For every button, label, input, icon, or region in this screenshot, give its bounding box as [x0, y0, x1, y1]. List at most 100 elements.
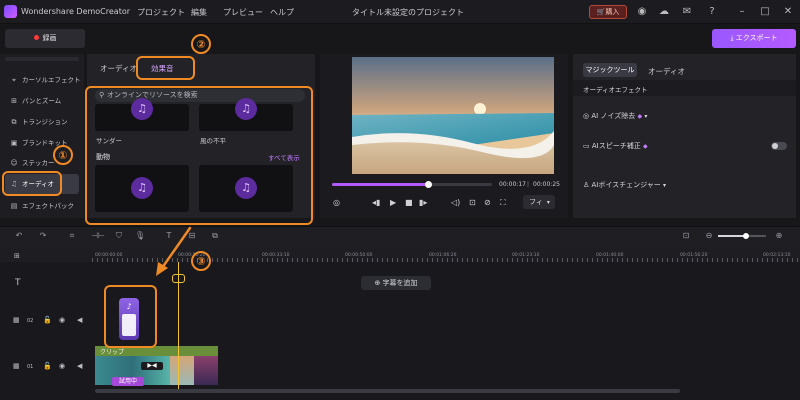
shield-icon[interactable]: ⛉	[114, 231, 124, 241]
voice-changer-row[interactable]: ♙ AIボイスチェンジャー ▾	[583, 180, 666, 190]
split-icon[interactable]: ⊣⊢	[91, 231, 105, 240]
voice-changer-icon: ♙	[583, 181, 592, 189]
section-title: オーディオエフェクト	[583, 86, 648, 94]
sidebar-item-effect-pack[interactable]: ▤ エフェクトパック	[5, 196, 79, 216]
account-icon[interactable]: ◉	[635, 5, 649, 19]
stop-icon[interactable]: ■	[405, 198, 413, 207]
undo-icon[interactable]: ↶	[14, 231, 24, 240]
minimize-icon[interactable]: –	[735, 5, 749, 19]
tab-audio-props[interactable]: オーディオ	[648, 66, 685, 77]
time-separator: |	[527, 181, 530, 188]
drag-arrow-icon	[156, 226, 192, 276]
tab-magic-tools[interactable]: マジックツール	[583, 63, 637, 77]
track-number: 02	[27, 318, 34, 324]
menu-edit[interactable]: 編集	[191, 7, 207, 18]
next-frame-icon[interactable]: ▮▸	[419, 198, 427, 207]
add-caption-button[interactable]: ⊕ 字幕を追加	[361, 276, 431, 290]
transition-icon[interactable]: ▶◀	[141, 362, 163, 370]
add-icon: ⊕	[374, 279, 383, 287]
brand-kit-icon: ▣	[10, 139, 18, 147]
menu-help[interactable]: ヘルプ	[270, 7, 294, 18]
record-icon	[33, 34, 39, 40]
cloud-icon[interactable]: ☁	[657, 5, 671, 19]
video-clip[interactable]	[194, 356, 218, 385]
multi-clip-icon[interactable]: ⧉	[210, 231, 220, 241]
transition-icon: ⧉	[11, 118, 17, 126]
play-icon[interactable]: ▶	[390, 198, 396, 207]
crop-icon[interactable]: ⌗	[67, 231, 77, 241]
sidebar-item-transition[interactable]: ⧉ トランジション	[5, 112, 79, 132]
mask-icon[interactable]: ⊘	[484, 198, 491, 207]
sidebar-scroll-hint	[5, 57, 79, 61]
fit-timeline-icon[interactable]: ⊡	[681, 231, 691, 240]
chevron-down-icon: ▾	[546, 199, 550, 206]
sidebar-item-cursor-effect[interactable]: ⌖ カーソルエフェクト	[5, 70, 80, 90]
maximize-icon[interactable]: □	[758, 5, 772, 19]
ai-speech-row[interactable]: ▭ AIスピーチ補正 ◆	[583, 141, 648, 151]
lock-icon[interactable]: 🔓	[43, 362, 52, 370]
volume-icon[interactable]: ◀	[77, 362, 82, 370]
app-logo-icon	[4, 5, 17, 18]
effect-pack-icon: ▤	[10, 202, 18, 210]
speech-icon: ▭	[583, 142, 592, 150]
zoom-out-icon[interactable]: ⊖	[704, 231, 714, 240]
zoom-slider-fill	[718, 235, 745, 237]
crop-icon[interactable]: ⊡	[469, 198, 476, 207]
speech-toggle[interactable]	[771, 142, 787, 150]
chevron-down-icon: ▾	[644, 113, 648, 120]
highlight-sound-effects-tab	[136, 56, 195, 80]
preview-scrubber[interactable]	[332, 181, 492, 188]
visibility-icon[interactable]: ◉	[59, 316, 65, 324]
pan-zoom-icon: ⊞	[11, 97, 17, 105]
ruler-label: 00:01:06:20	[429, 253, 457, 258]
volume-icon[interactable]: ◁)	[451, 198, 460, 207]
fit-dropdown[interactable]: フィ ▾	[523, 195, 555, 209]
chevron-down-icon: ▾	[663, 182, 667, 189]
video-track-icon: ▦	[13, 362, 20, 370]
sticker-icon: ☺	[10, 159, 18, 167]
add-track-icon[interactable]: ⊞	[14, 252, 20, 260]
menu-project[interactable]: プロジェクト	[137, 7, 185, 18]
cursor-icon: ⌖	[12, 76, 16, 84]
video-clip[interactable]	[170, 356, 194, 385]
magic-tools-panel	[573, 54, 796, 218]
premium-icon: ◆	[642, 143, 648, 150]
step-badge: ②	[191, 34, 211, 54]
tab-audio[interactable]: オーディオ	[100, 63, 137, 74]
redo-icon[interactable]: ↷	[38, 231, 48, 240]
app-name: Wondershare DemoCreator	[21, 7, 131, 16]
zoom-in-icon[interactable]: ⊕	[774, 231, 784, 240]
previous-frame-icon[interactable]: ◂▮	[372, 198, 380, 207]
visibility-icon[interactable]: ◉	[59, 362, 65, 370]
scrubber-handle[interactable]	[425, 181, 432, 188]
record-button[interactable]: 録画	[5, 29, 85, 48]
menu-preview[interactable]: プレビュー	[223, 7, 263, 18]
video-track-icon: ▦	[13, 316, 20, 324]
help-icon[interactable]: ?	[705, 5, 719, 19]
volume-icon[interactable]: ◀	[77, 316, 82, 324]
current-time: 00:00:17	[499, 181, 526, 188]
sidebar-item-pan-zoom[interactable]: ⊞ パンとズーム	[5, 91, 79, 111]
track-number: 01	[27, 364, 34, 370]
export-button[interactable]: ⤓ エクスポート	[712, 29, 796, 48]
zoom-slider-handle[interactable]	[743, 233, 749, 239]
snapshot-icon[interactable]: ◎	[333, 198, 340, 207]
ruler-label: 00:00:33:10	[262, 253, 290, 258]
buy-button[interactable]: 🛒購入	[589, 5, 627, 19]
lock-icon[interactable]: 🔓	[43, 316, 52, 324]
total-time: 00:00:25	[533, 181, 560, 188]
notification-icon[interactable]: ✉	[680, 5, 694, 19]
caption-track-icon: T	[15, 278, 21, 288]
trial-badge: 試用中	[112, 377, 144, 386]
fullscreen-icon[interactable]: ⛶	[500, 198, 506, 208]
ai-denoise-row[interactable]: ◎ AI ノイズ除去 ◆ ▾	[583, 111, 647, 121]
close-icon[interactable]: ✕	[781, 5, 795, 19]
ruler-label: 00:00:00:00	[95, 253, 123, 258]
ruler-label: 00:01:40:00	[596, 253, 624, 258]
ruler-label: 00:02:13:10	[763, 253, 791, 258]
highlight-audio-sidebar	[2, 171, 62, 196]
timeline-scrollbar[interactable]	[95, 389, 680, 393]
toggle-knob	[772, 143, 778, 149]
zoom-slider[interactable]	[718, 233, 766, 239]
preview-video	[352, 57, 554, 174]
